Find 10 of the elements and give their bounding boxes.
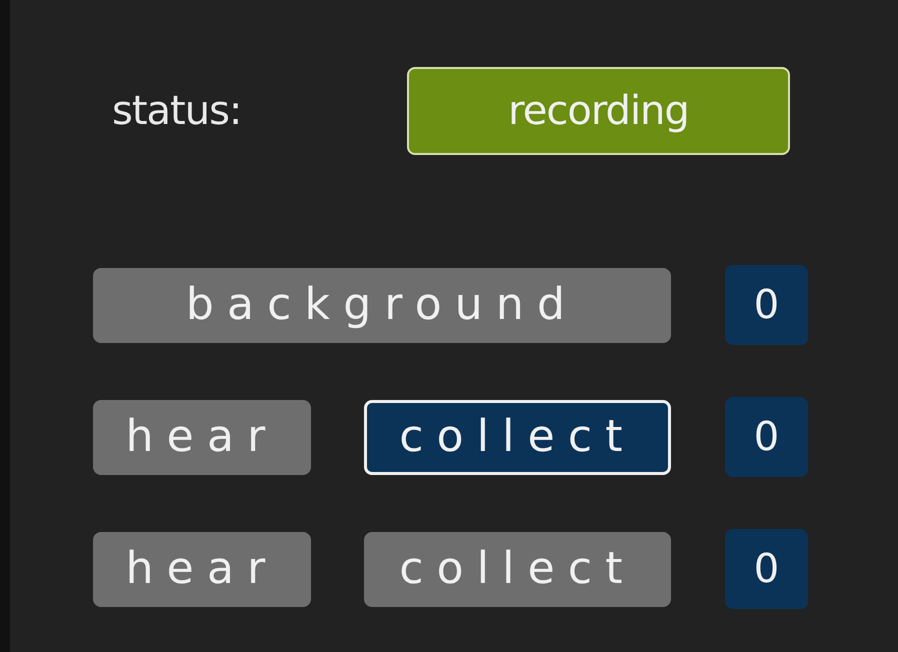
label-button[interactable]: collect xyxy=(364,400,671,474)
status-label: status: xyxy=(111,87,242,136)
count-badge: 0 xyxy=(725,529,808,609)
status-badge: recording xyxy=(407,67,790,155)
label-button[interactable]: hear xyxy=(93,400,311,474)
label-button[interactable]: hear xyxy=(93,532,311,606)
label-button[interactable]: background xyxy=(93,268,671,342)
label-button[interactable]: collect xyxy=(364,532,671,606)
count-badge: 0 xyxy=(725,265,808,345)
count-badge: 0 xyxy=(725,397,808,477)
